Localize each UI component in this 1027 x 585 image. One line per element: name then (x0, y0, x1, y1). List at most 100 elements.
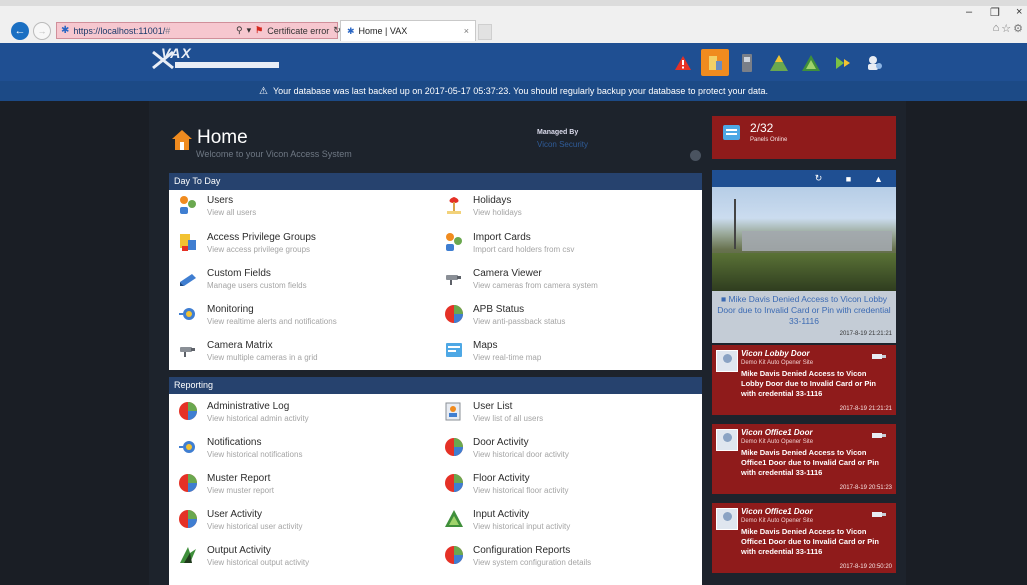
forward-arrow-icon: → (37, 26, 47, 36)
light-pole (734, 199, 736, 249)
toolbar-users-button[interactable] (861, 49, 889, 76)
logo-strip (175, 62, 279, 68)
menu-muster-report[interactable]: Muster Report View muster report (177, 472, 437, 502)
menu-configuration-reports[interactable]: Configuration Reports View system configu… (443, 544, 703, 574)
tab-close-icon[interactable]: × (464, 26, 469, 36)
camera-icon[interactable] (872, 353, 886, 361)
camera-viewer-icon (443, 267, 465, 289)
camera-snapshot[interactable] (712, 187, 896, 291)
search-icon[interactable]: ⚲ (236, 25, 243, 36)
back-button[interactable]: ← (11, 22, 29, 40)
menu-administrative-log[interactable]: Administrative Log View historical admin … (177, 400, 437, 430)
alert-site: Demo Kit Auto Opener Site (741, 439, 814, 445)
menu-access-privilege-groups[interactable]: Access Privilege Groups View access privi… (177, 231, 437, 261)
holidays-icon (443, 194, 465, 216)
menu-floor-activity[interactable]: Floor Activity View historical floor acti… (443, 472, 703, 502)
menu-door-activity[interactable]: Door Activity View historical door activi… (443, 436, 703, 466)
holidays-desc: View holidays (473, 208, 522, 217)
menu-notifications[interactable]: Notifications View historical notificatio… (177, 436, 437, 466)
logo-word: VAX (161, 45, 192, 61)
menu-apb-status[interactable]: APB Status View anti-passback status (443, 303, 703, 333)
admin-log-icon (177, 400, 199, 422)
dropdown-icon[interactable]: ▾ (247, 25, 252, 36)
alert-message: Mike Davis Denied Access to Vicon Office… (741, 448, 879, 477)
tab-title: Home | VAX (358, 26, 408, 36)
admin-log-title: Administrative Log (207, 401, 290, 412)
import-cards-desc: Import card holders from csv (473, 245, 575, 254)
import-cards-title: Import Cards (473, 232, 531, 243)
config-reports-title: Configuration Reports (473, 545, 571, 556)
left-margin (0, 101, 149, 585)
new-tab-button[interactable] (478, 24, 492, 40)
alert-item[interactable]: Vicon Office1 Door Demo Kit Auto Opener … (712, 424, 896, 494)
camera-icon[interactable] (872, 432, 886, 440)
menu-holidays[interactable]: Holidays View holidays (443, 194, 703, 224)
monitoring-title: Monitoring (207, 304, 254, 315)
toolbar-outputs-button[interactable] (829, 49, 857, 76)
menu-import-cards[interactable]: Import Cards Import card holders from csv (443, 231, 703, 261)
toolbar-floors-button[interactable] (765, 49, 793, 76)
menu-users[interactable]: Users View all users (177, 194, 437, 224)
globe-icon[interactable] (690, 150, 701, 161)
camera-matrix-title: Camera Matrix (207, 340, 273, 351)
cert-error-icon[interactable]: ⚑ (255, 25, 263, 36)
page-header: Home Welcome to your Vicon Access System (171, 127, 352, 159)
favorites-star-icon[interactable]: ☆ (1001, 22, 1011, 35)
custom-fields-title: Custom Fields (207, 268, 271, 279)
panels-icon (723, 125, 740, 140)
backup-warning-text: Your database was last backed up on 2017… (272, 86, 768, 96)
menu-user-activity[interactable]: User Activity View historical user activi… (177, 508, 437, 538)
refresh-camera-icon[interactable]: ↻ (812, 172, 825, 185)
settings-gear-icon[interactable]: ⚙ (1013, 22, 1023, 35)
delete-camera-icon[interactable]: ▲ (872, 172, 885, 185)
alert-timestamp: 2017-8-19 21:21:21 (839, 406, 892, 412)
alert-item[interactable]: Vicon Lobby Door Demo Kit Auto Opener Si… (712, 345, 896, 415)
menu-monitoring[interactable]: Monitoring View realtime alerts and notif… (177, 303, 437, 333)
access-groups-icon (177, 231, 199, 253)
user-avatar (716, 350, 738, 372)
forward-button[interactable]: → (33, 22, 51, 40)
menu-maps[interactable]: Maps View real-time map (443, 339, 703, 369)
camera-caption: ■ Mike Davis Denied Access to Vicon Lobb… (712, 291, 896, 343)
alert-message: Mike Davis Denied Access to Vicon Lobby … (741, 369, 877, 398)
toolbar-alerts-button[interactable] (669, 49, 697, 76)
stop-camera-icon[interactable]: ■ (842, 172, 855, 185)
toolbar-reader-button[interactable] (733, 49, 761, 76)
managed-by-value[interactable]: Vicon Security (537, 140, 588, 149)
menu-custom-fields[interactable]: Custom Fields Manage users custom fields (177, 267, 437, 297)
camera-viewer-desc: View cameras from camera system (473, 281, 598, 290)
input-activity-desc: View historical input activity (473, 522, 571, 531)
minimize-icon[interactable]: – (966, 6, 972, 18)
door-activity-desc: View historical door activity (473, 450, 569, 459)
panels-label: Panels Online (750, 137, 788, 143)
vax-logo[interactable]: VAX (149, 45, 281, 77)
floor-activity-desc: View historical floor activity (473, 486, 569, 495)
toolbar-inputs-button[interactable] (797, 49, 825, 76)
notifications-icon (177, 436, 199, 458)
panels-online-card[interactable]: 2/32 Panels Online (712, 116, 896, 159)
alert-timestamp: 2017-8-19 20:50:20 (839, 564, 892, 570)
close-window-icon[interactable]: × (1016, 6, 1022, 18)
inputs-pyramid-icon (802, 54, 820, 71)
warning-icon: ⚠ (259, 86, 268, 97)
access-groups-title: Access Privilege Groups (207, 232, 316, 243)
home-icon[interactable]: ⌂ (993, 22, 1000, 35)
managed-by-label: Managed By (537, 129, 579, 136)
alert-item[interactable]: Vicon Office1 Door Demo Kit Auto Opener … (712, 503, 896, 573)
menu-user-list[interactable]: User List View list of all users (443, 400, 703, 430)
menu-camera-viewer[interactable]: Camera Viewer View cameras from camera sy… (443, 267, 703, 297)
door-activity-title: Door Activity (473, 437, 529, 448)
alert-site: Demo Kit Auto Opener Site (741, 518, 814, 524)
monitoring-desc: View realtime alerts and notifications (207, 317, 337, 326)
camera-icon[interactable] (872, 511, 886, 519)
toolbar-home-button[interactable] (701, 49, 729, 76)
cert-error-text[interactable]: Certificate error (267, 26, 329, 36)
camera-caption-text: Mike Davis Denied Access to Vicon Lobby … (717, 294, 891, 326)
menu-input-activity[interactable]: Input Activity View historical input acti… (443, 508, 703, 538)
browser-tab[interactable]: ✱ Home | VAX × (340, 20, 476, 41)
menu-output-activity[interactable]: Output Activity View historical output ac… (177, 544, 437, 574)
maximize-icon[interactable]: ❐ (990, 6, 1000, 19)
maps-desc: View real-time map (473, 353, 542, 362)
menu-camera-matrix[interactable]: Camera Matrix View multiple cameras in a … (177, 339, 437, 369)
panels-count: 2/32 (750, 121, 774, 135)
